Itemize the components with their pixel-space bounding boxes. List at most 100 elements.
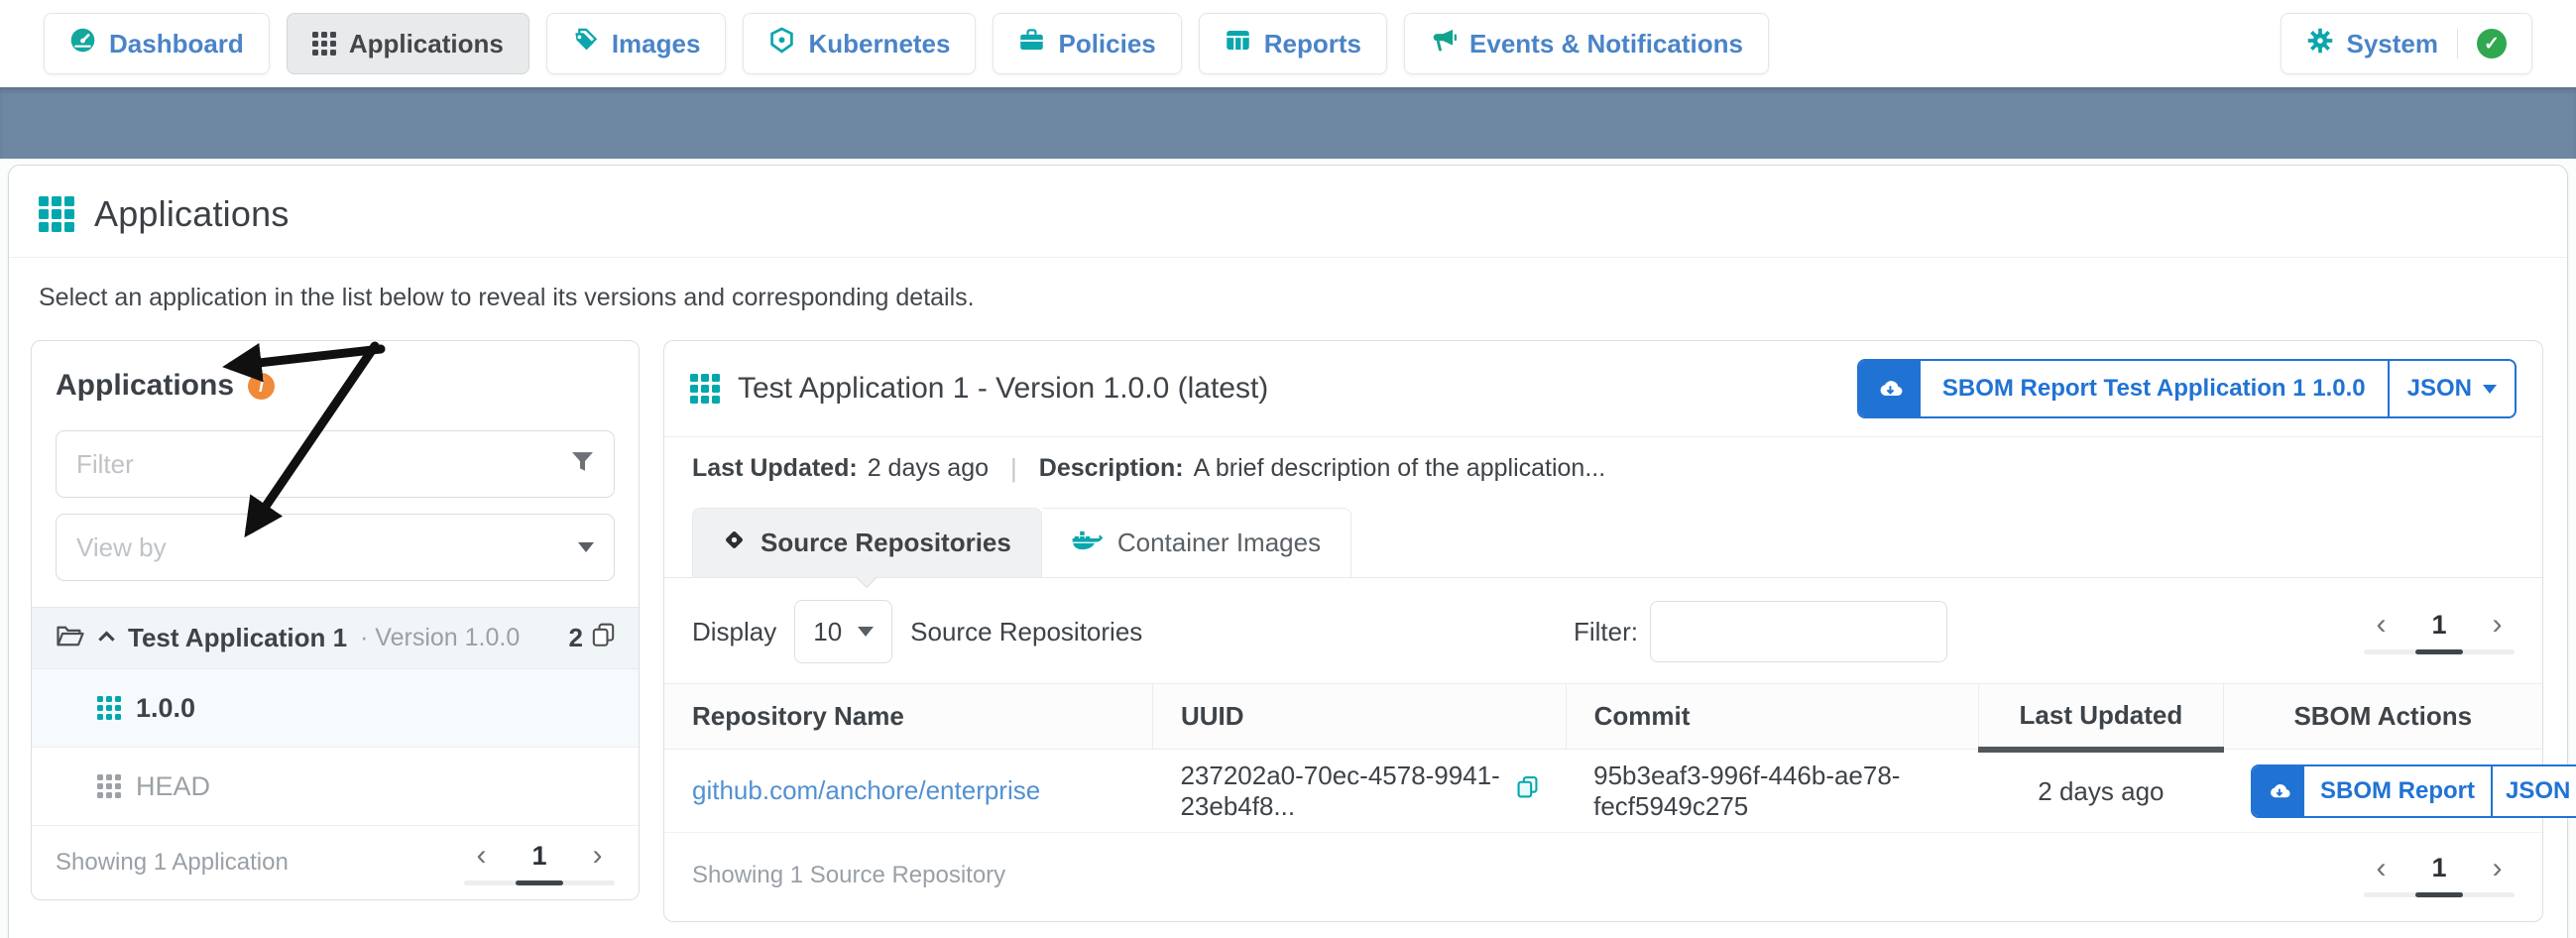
heading-label: Applications [56,369,234,403]
tab-label: Container Images [1117,528,1321,558]
top-nav: Dashboard Applications Images Kubernetes… [0,0,2576,87]
grid-icon [312,32,336,56]
applications-grid-icon [39,196,74,232]
chevron-down-icon [2483,385,2497,394]
megaphone-icon [1430,28,1457,59]
column-last-updated[interactable]: Last Updated [1979,684,2223,750]
sbom-report-label[interactable]: SBOM Report [2304,766,2491,816]
detail-tabs: Source Repositories Container Images [664,508,2542,578]
grid-icon [97,696,121,720]
applications-filter-field[interactable] [56,430,615,498]
application-grid-icon [690,374,720,404]
column-commit[interactable]: Commit [1566,684,1979,750]
nav-policies-button[interactable]: Policies [993,13,1181,74]
nav-label: Reports [1264,29,1361,59]
view-by-select[interactable]: View by [56,514,615,581]
page-size-value: 10 [813,617,842,647]
detail-meta: Last Updated: 2 days ago | Description: … [664,437,2542,498]
nav-label: Images [612,29,701,59]
funnel-icon [571,451,594,477]
sbom-format-select[interactable]: JSON [2491,766,2576,816]
info-icon[interactable]: i [248,373,275,400]
commit-value: 95b3eaf3-996f-446b-ae78-fecf5949c275 [1566,750,1979,833]
version-count: 2 [569,623,615,654]
tab-container-images[interactable]: Container Images [1042,508,1351,577]
next-page-button[interactable]: › [2493,854,2503,883]
application-detail-panel: Test Application 1 - Version 1.0.0 (late… [663,340,2543,922]
page-subtitle: Select an application in the list below … [9,258,2567,334]
version-row-head[interactable]: HEAD [32,748,639,826]
version-label: HEAD [136,771,210,802]
copy-stack-icon [592,623,615,654]
next-page-button[interactable]: › [593,841,603,871]
detail-header: Test Application 1 - Version 1.0.0 (late… [664,341,2542,436]
page-size-select[interactable]: 10 [794,600,892,663]
table-header-row: Repository Name UUID Commit Last Updated… [664,684,2542,750]
applications-list-panel: Applications i View by Test Application … [31,340,640,900]
copy-icon[interactable] [1517,775,1538,806]
kubernetes-icon [768,27,795,60]
tab-label: Source Repositories [761,528,1011,558]
repository-link[interactable]: github.com/anchore/enterprise [692,775,1040,805]
next-page-button[interactable]: › [2493,610,2503,640]
tags-icon [572,27,599,60]
row-sbom-report-button[interactable]: SBOM Report JSON [2251,764,2576,818]
divider: | [989,453,1039,484]
chevron-down-icon [858,627,874,637]
column-repository-name[interactable]: Repository Name [664,684,1152,750]
version-count-value: 2 [569,623,583,653]
pager-scrollbar[interactable] [2364,649,2515,654]
applications-list-footer: Showing 1 Application ‹ 1 › [32,826,639,899]
version-label: 1.0.0 [136,693,195,724]
report-icon [1225,28,1251,59]
prev-page-button[interactable]: ‹ [476,841,486,871]
sbom-format-select[interactable]: JSON [2388,361,2515,416]
current-page: 1 [531,841,546,872]
applications-count-summary: Showing 1 Application [56,849,289,877]
nav-applications-button[interactable]: Applications [287,13,529,74]
filter-label: Filter: [1574,617,1638,647]
page-title: Applications [94,193,290,235]
git-diamond-icon [723,528,746,558]
chevron-up-icon[interactable] [98,630,115,647]
version-row-1-0-0[interactable]: 1.0.0 [32,669,639,748]
display-suffix: Source Repositories [910,617,1142,647]
current-page: 1 [2431,610,2446,641]
application-version-suffix: · Version 1.0.0 [360,624,520,652]
pager-scrollbar[interactable] [464,880,615,885]
prev-page-button[interactable]: ‹ [2376,610,2386,640]
table-filter-input[interactable] [1650,601,1947,662]
system-button[interactable]: System ✓ [2281,13,2533,74]
cloud-download-icon[interactable] [2253,766,2304,816]
table-row: github.com/anchore/enterprise 237202a0-7… [664,750,2542,833]
applications-pager: ‹ 1 › [464,841,615,885]
column-uuid[interactable]: UUID [1152,684,1566,750]
table-filter: Filter: [1574,601,1947,662]
chevron-down-icon [578,542,594,552]
table-bottom-pager: ‹ 1 › [2364,853,2515,897]
nav-dashboard-button[interactable]: Dashboard [44,13,270,74]
prev-page-button[interactable]: ‹ [2376,854,2386,883]
sbom-format-value: JSON [2506,777,2570,805]
nav-reports-button[interactable]: Reports [1199,13,1387,74]
application-row[interactable]: Test Application 1 · Version 1.0.0 2 [32,608,639,669]
check-circle-icon: ✓ [2477,29,2507,59]
gear-icon [2306,27,2334,61]
nav-events-notifications-button[interactable]: Events & Notifications [1404,13,1769,74]
sbom-report-download-button[interactable]: SBOM Report Test Application 1 1.0.0 JSO… [1857,359,2517,418]
sbom-format-value: JSON [2407,375,2472,403]
application-name: Test Application 1 [128,623,347,653]
nav-label: Policies [1058,29,1155,59]
nav-kubernetes-button[interactable]: Kubernetes [743,13,976,74]
cloud-download-icon[interactable] [1859,361,1921,416]
applications-list-heading: Applications i [56,369,615,403]
applications-filter-input[interactable] [76,449,571,480]
sbom-report-label[interactable]: SBOM Report Test Application 1 1.0.0 [1921,361,2388,416]
view-by-placeholder: View by [76,532,578,563]
tab-source-repositories[interactable]: Source Repositories [692,508,1042,577]
last-updated-label: Last Updated: [692,454,858,483]
pager-scrollbar[interactable] [2364,892,2515,897]
system-label: System [2347,29,2439,59]
nav-images-button[interactable]: Images [546,13,727,74]
nav-label: Dashboard [109,29,244,59]
